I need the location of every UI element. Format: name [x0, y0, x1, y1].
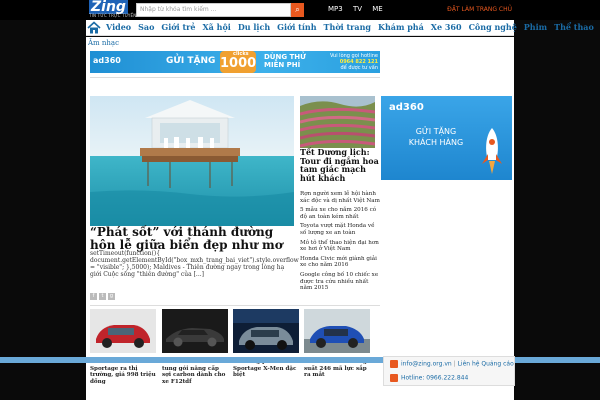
right-ad-line-1: GỬI TẶNG	[415, 127, 457, 136]
nav-thoi-trang[interactable]: Thời trang	[324, 22, 371, 32]
nav-the-thao[interactable]: Thể thao	[554, 22, 594, 32]
featured-description: setTimeout(function(){ document.getEleme…	[90, 250, 299, 278]
top-bar: Zing TIN TỨC TRỰC TUYẾN Nhập từ khóa tìm…	[0, 0, 600, 20]
try-line-1: DÙNG THỬ	[264, 53, 307, 61]
link-mp3[interactable]: MP3	[328, 5, 343, 13]
nav-xe-360[interactable]: Xe 360	[431, 22, 462, 32]
nav-sao[interactable]: Sao	[138, 22, 154, 32]
list-item[interactable]: Kia All New Sportage ra thị trường, giá …	[90, 309, 156, 385]
side-story-title[interactable]: Tết Dương lịch: Tour đi ngắm hoa tam giá…	[300, 148, 380, 182]
nav-xa-hoi[interactable]: Xã hội	[202, 22, 230, 32]
list-item[interactable]: Kia tung phiên bản Sportage X-Men đặc bi…	[233, 309, 299, 379]
home-icon[interactable]	[87, 21, 101, 35]
ad360-logo: ad360	[389, 102, 424, 113]
google-plus-icon[interactable]: g	[108, 293, 115, 300]
side-story-list: Rợn người xem lễ hội hành xác độc và dị …	[300, 191, 382, 295]
top-links: MP3 TV ME	[328, 5, 391, 13]
featured-title[interactable]: “Phát sốt” với thánh đường hôn lễ giữa b…	[90, 226, 294, 252]
ad-banner-top[interactable]: ad360 GỬI TẶNG clicks 1000 DÙNG THỬ MIỄN…	[90, 51, 380, 73]
nav-gioi-tre[interactable]: Giới trẻ	[161, 22, 195, 32]
clicks-badge: clicks 1000	[220, 51, 256, 73]
zing-logo[interactable]: Zing TIN TỨC TRỰC TUYẾN	[89, 0, 137, 19]
right-ad-text: GỬI TẶNG KHÁCH HÀNG	[401, 126, 471, 148]
list-item[interactable]: Rợn người xem lễ hội hành xác độc và dị …	[300, 191, 382, 204]
nav-du-lich[interactable]: Du lịch	[238, 22, 270, 32]
email-icon	[390, 360, 398, 368]
share-icons: ftg	[90, 282, 117, 301]
try-line-2: MIỄN PHÍ	[264, 61, 301, 69]
nav-kham-pha[interactable]: Khám phá	[378, 22, 424, 32]
rocket-icon	[482, 128, 502, 174]
nav-cong-nghe[interactable]: Công nghệ	[469, 22, 517, 32]
contact-box: info@zing.org.vn | Liên hệ Quảng cáo Hot…	[383, 356, 515, 386]
right-ad-line-2: KHÁCH HÀNG	[408, 138, 464, 147]
search-icon: ⌕	[295, 5, 300, 14]
main-nav: Video Sao Giới trẻ Xã hội Du lịch Giới tính Th…	[86, 20, 594, 36]
hotline-note: để được tư vấn	[340, 65, 379, 71]
ad360-logo: ad360	[93, 56, 121, 65]
divider	[90, 77, 380, 78]
list-item[interactable]: Mô tô thể thao hiện đại hơn xe hơi ở Việ…	[300, 240, 382, 253]
content-area: Âm nhạc ad360 GỬI TẶNG clicks 1000 DÙNG …	[86, 37, 514, 400]
nav-gioi-tinh[interactable]: Giới tính	[277, 22, 316, 32]
list-item[interactable]: Google công bố 10 chiếc xe được tra cứu …	[300, 272, 382, 292]
car-image	[162, 309, 228, 353]
contact-ads-link[interactable]: Liên hệ Quảng cáo	[458, 361, 514, 368]
clicks-label: clicks	[233, 51, 249, 57]
search-input[interactable]: Nhập từ khóa tìm kiếm ...	[136, 3, 291, 17]
section-title[interactable]: Âm nhạc	[88, 39, 119, 47]
list-item[interactable]: Honda Civic mới giành giải xe cho năm 20…	[300, 256, 382, 269]
list-item[interactable]: Toyota vượt mặt Honda về số lượng xe an …	[300, 223, 382, 236]
list-item[interactable]: Vitesse AuDessus sẽ tung gói nâng cấp sợ…	[162, 309, 228, 385]
facebook-icon[interactable]: f	[90, 293, 97, 300]
car-image	[304, 309, 370, 353]
banner-free-trial: DÙNG THỬ MIỄN PHÍ	[264, 53, 306, 69]
twitter-icon[interactable]: t	[99, 293, 106, 300]
set-homepage-link[interactable]: ĐẶT LÀM TRANG CHỦ	[447, 6, 512, 13]
banner-hotline: Vui lòng gọi hotline 0964 822 121 để đượ…	[323, 53, 378, 71]
contact-hotline: Hotline: 0966.222.844	[401, 374, 469, 382]
nav-phim[interactable]: Phim	[524, 22, 547, 32]
featured-image[interactable]	[90, 96, 294, 226]
list-item[interactable]: 5 mẫu xe cho năm 2016 có độ an toàn kém …	[300, 207, 382, 220]
link-me[interactable]: ME	[372, 5, 382, 13]
search-button[interactable]: ⌕	[291, 3, 304, 17]
car-image	[90, 309, 156, 353]
logo-subtitle: TIN TỨC TRỰC TUYẾN	[89, 13, 137, 18]
list-item[interactable]: Ford Fiesta RS công suất 246 mã lực sắp …	[304, 309, 370, 379]
ad-banner-right[interactable]: ad360 GỬI TẶNG KHÁCH HÀNG	[381, 96, 512, 180]
phone-icon	[390, 374, 398, 382]
clicks-number: 1000	[220, 56, 257, 71]
nav-video[interactable]: Video	[106, 22, 131, 32]
car-image	[233, 309, 299, 353]
banner-gift-text: GỬI TẶNG	[166, 56, 216, 66]
contact-email[interactable]: info@zing.org.vn	[401, 361, 452, 368]
link-tv[interactable]: TV	[353, 5, 362, 13]
divider	[90, 305, 380, 306]
logo-text: Zing	[89, 0, 128, 15]
side-story-image[interactable]	[300, 96, 375, 148]
